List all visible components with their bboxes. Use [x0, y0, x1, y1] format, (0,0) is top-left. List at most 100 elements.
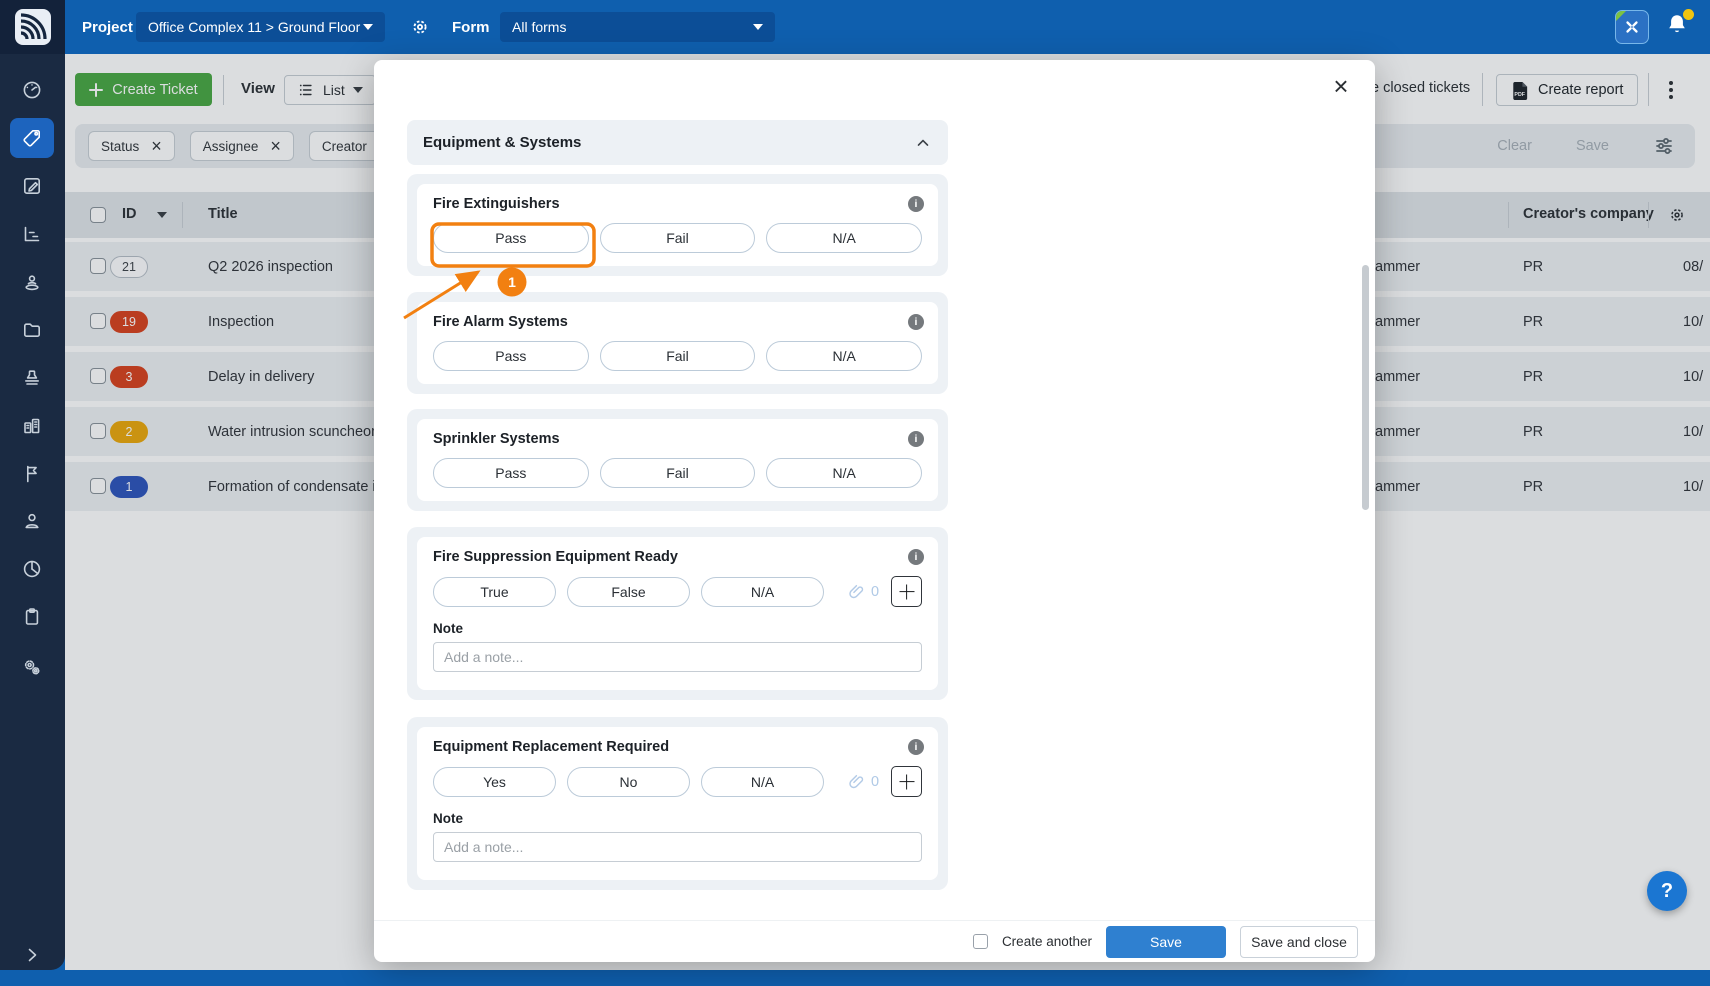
app-root: Create Ticket View List e closed tickets…: [0, 0, 1710, 986]
create-another-checkbox[interactable]: [973, 934, 988, 949]
sidebar-item-companies[interactable]: [10, 406, 54, 446]
form-section-header[interactable]: Equipment & Systems: [407, 120, 948, 165]
field-label: Fire Extinguishers: [433, 196, 922, 212]
option-na-button[interactable]: N/A: [766, 223, 922, 253]
sidebar-item-users[interactable]: [10, 501, 54, 541]
ticket-form-modal: Equipment & Systems Fire Extinguishers P…: [374, 60, 1375, 962]
person-pin-icon: [21, 271, 43, 293]
field-section: Fire Suppression Equipment Ready True Fa…: [407, 527, 948, 700]
tag-icon: [21, 127, 43, 149]
attachment-count: 0: [871, 774, 879, 790]
sidebar-item-flags[interactable]: [10, 454, 54, 494]
project-value: Office Complex 11 > Ground Floor: [148, 19, 360, 35]
create-another-label: Create another: [1002, 934, 1092, 949]
sidebar-item-site-users[interactable]: [10, 262, 54, 302]
sidebar-item-approvals[interactable]: [10, 358, 54, 398]
pie-chart-icon: [21, 558, 43, 580]
attachment-count: 0: [871, 584, 879, 600]
field-section: Fire Alarm Systems Pass Fail N/A: [407, 292, 948, 394]
form-label: Form: [452, 0, 490, 54]
gear-icon: [409, 16, 431, 38]
section-title: Equipment & Systems: [423, 134, 581, 151]
notification-badge: [1683, 9, 1694, 20]
field-section: Sprinkler Systems Pass Fail N/A: [407, 409, 948, 511]
clipboard-icon: [21, 606, 43, 628]
sidebar-item-tickets[interactable]: [10, 118, 54, 158]
add-attachment-button[interactable]: [891, 766, 922, 797]
field-label: Fire Alarm Systems: [433, 314, 922, 330]
folder-icon: [21, 319, 43, 341]
option-na-button[interactable]: N/A: [701, 767, 824, 797]
option-no-button[interactable]: No: [567, 767, 690, 797]
project-settings-button[interactable]: [404, 11, 436, 43]
notifications-button[interactable]: [1664, 11, 1696, 43]
sidebar-item-tasks[interactable]: [10, 597, 54, 637]
gauge-icon: [21, 79, 43, 101]
field-label: Sprinkler Systems: [433, 431, 922, 447]
top-bar: Project Office Complex 11 > Ground Floor…: [0, 0, 1710, 54]
info-icon[interactable]: [908, 196, 924, 212]
option-fail-button[interactable]: Fail: [600, 458, 756, 488]
sidebar-item-reports[interactable]: [10, 214, 54, 254]
info-icon[interactable]: [908, 739, 924, 755]
option-false-button[interactable]: False: [567, 577, 690, 607]
sidebar-item-settings[interactable]: [10, 647, 54, 687]
option-pass-button[interactable]: Pass: [433, 223, 589, 253]
sidebar-item-forms[interactable]: [10, 166, 54, 206]
option-na-button[interactable]: N/A: [701, 577, 824, 607]
chart-icon: [21, 223, 43, 245]
app-logo[interactable]: [0, 0, 65, 54]
note-label: Note: [433, 811, 922, 826]
modal-scrollbar-thumb[interactable]: [1362, 265, 1369, 510]
form-edit-icon: [21, 175, 43, 197]
sidebar-expand-button[interactable]: [10, 935, 54, 975]
add-attachment-button[interactable]: [891, 576, 922, 607]
chevron-up-icon: [914, 134, 932, 152]
info-icon[interactable]: [908, 549, 924, 565]
gears-icon: [21, 656, 43, 678]
field-label: Equipment Replacement Required: [433, 739, 922, 755]
field-section: Equipment Replacement Required Yes No N/…: [407, 717, 948, 890]
chevron-down-icon: [363, 24, 373, 30]
note-input[interactable]: [433, 832, 922, 862]
paperclip-icon: [847, 772, 866, 791]
chevron-right-icon: [21, 944, 43, 966]
paperclip-icon: [847, 582, 866, 601]
info-icon[interactable]: [908, 431, 924, 447]
option-pass-button[interactable]: Pass: [433, 341, 589, 371]
option-na-button[interactable]: N/A: [766, 341, 922, 371]
option-true-button[interactable]: True: [433, 577, 556, 607]
modal-footer: Create another Save Save and close: [374, 920, 1375, 962]
note-label: Note: [433, 621, 922, 636]
stamp-icon: [21, 367, 43, 389]
help-button[interactable]: ?: [1647, 871, 1687, 911]
flag-icon: [21, 463, 43, 485]
project-dropdown[interactable]: Office Complex 11 > Ground Floor: [136, 12, 385, 42]
attachments-button[interactable]: 0: [847, 772, 879, 791]
field-section: Fire Extinguishers Pass Fail N/A: [407, 174, 948, 276]
form-dropdown[interactable]: All forms: [500, 12, 775, 42]
logo-icon: [14, 8, 52, 46]
chevron-down-icon: [753, 24, 763, 30]
app-switcher-button[interactable]: [1615, 10, 1649, 44]
option-pass-button[interactable]: Pass: [433, 458, 589, 488]
option-na-button[interactable]: N/A: [766, 458, 922, 488]
form-value: All forms: [512, 19, 566, 35]
sidebar-item-documents[interactable]: [10, 310, 54, 350]
option-fail-button[interactable]: Fail: [600, 223, 756, 253]
person-icon: [21, 510, 43, 532]
sidebar-nav: [0, 54, 65, 970]
field-label: Fire Suppression Equipment Ready: [433, 549, 922, 565]
corner-accent: [1616, 11, 1626, 21]
save-and-close-button[interactable]: Save and close: [1240, 926, 1358, 958]
attachments-button[interactable]: 0: [847, 582, 879, 601]
info-icon[interactable]: [908, 314, 924, 330]
close-modal-button[interactable]: [1327, 72, 1355, 100]
buildings-icon: [21, 415, 43, 437]
save-button[interactable]: Save: [1106, 926, 1226, 958]
sidebar-item-insights[interactable]: [10, 549, 54, 589]
option-fail-button[interactable]: Fail: [600, 341, 756, 371]
sidebar-item-dashboard[interactable]: [10, 70, 54, 110]
option-yes-button[interactable]: Yes: [433, 767, 556, 797]
note-input[interactable]: [433, 642, 922, 672]
